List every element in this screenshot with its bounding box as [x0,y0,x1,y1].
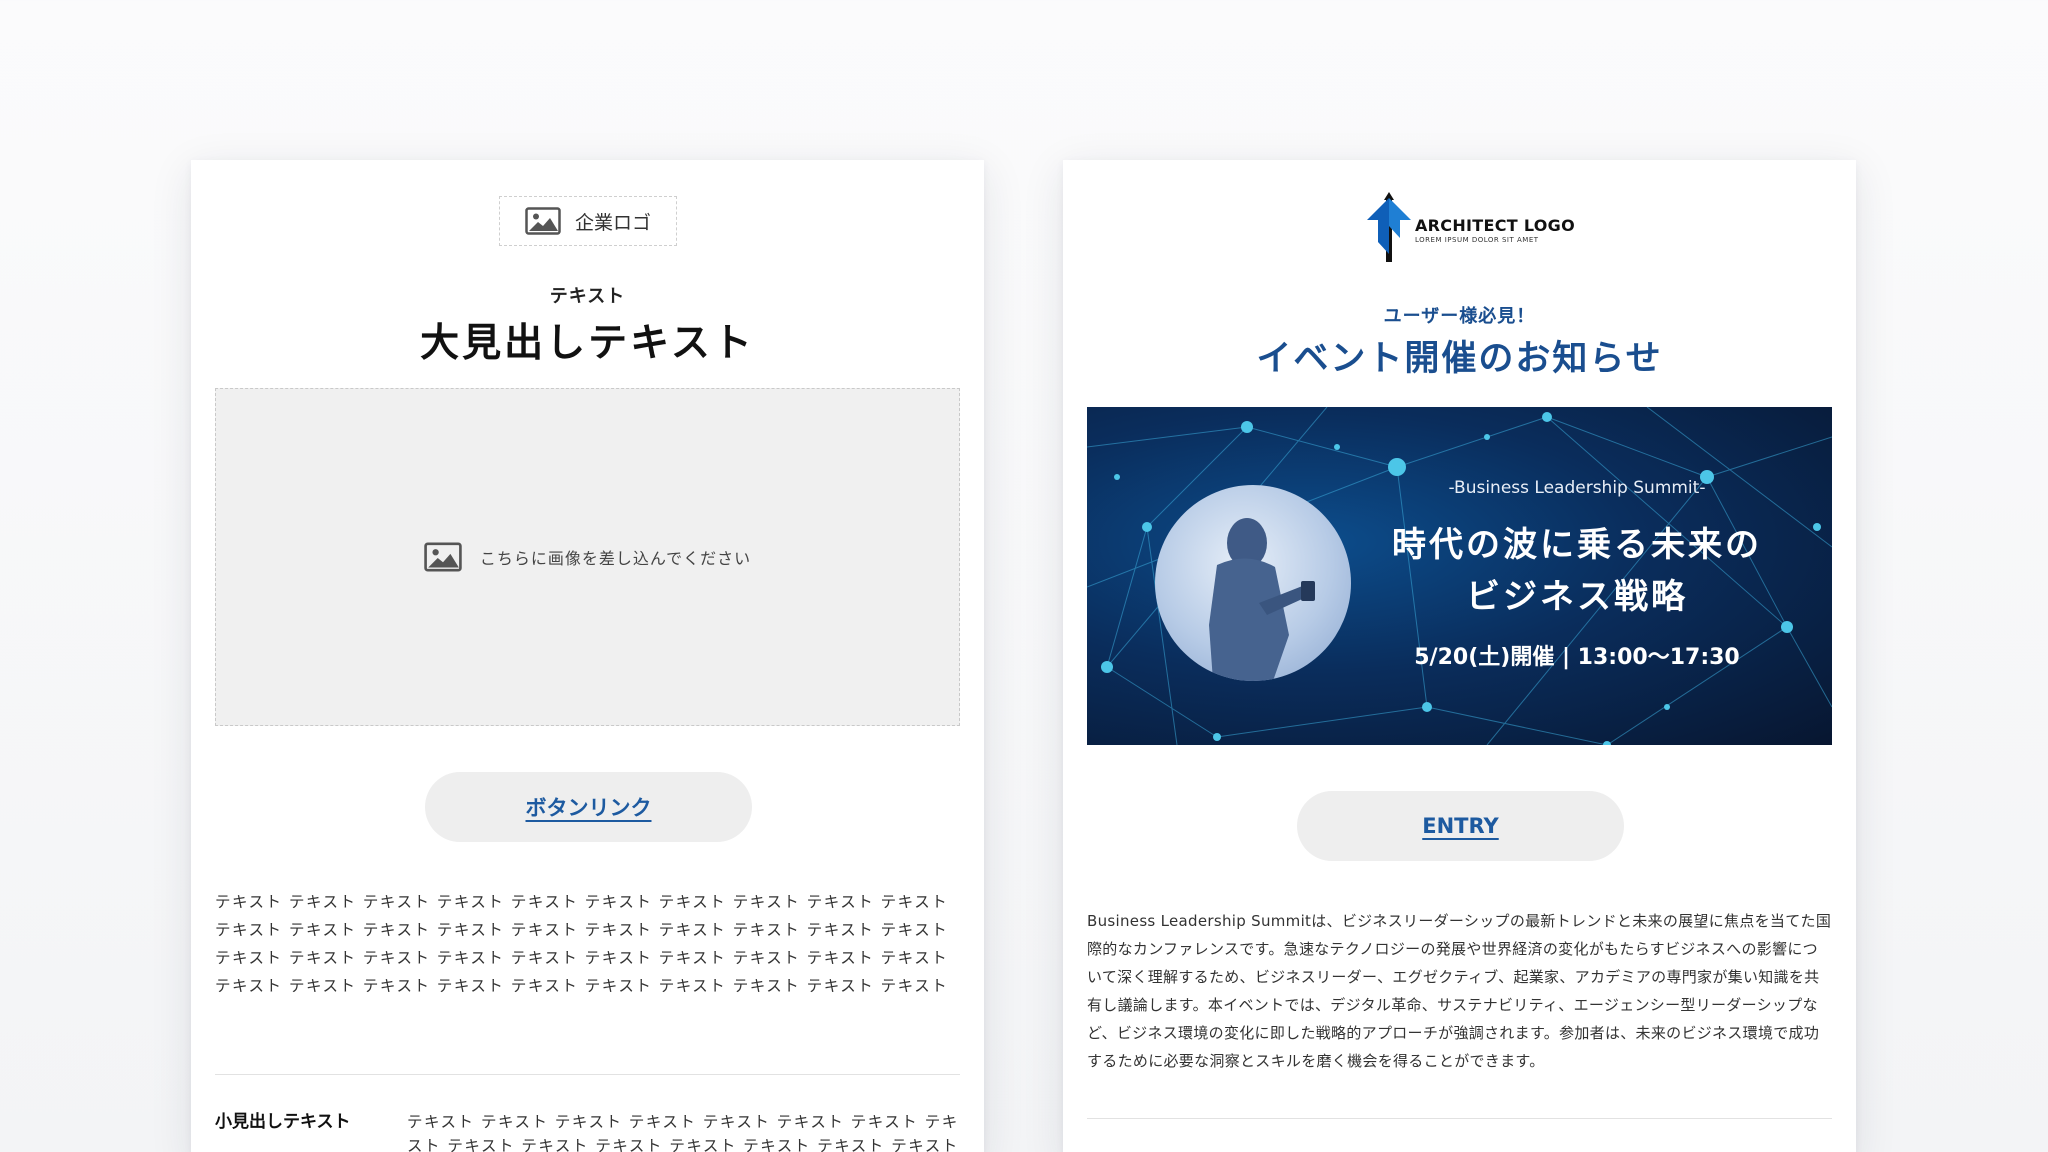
banner-subtitle: -Business Leadership Summit- [1448,478,1706,498]
architect-logo: ARCHITECT LOGO LOREM IPSUM DOLOR SIT AME… [1367,192,1575,268]
arrow-logo-icon [1367,192,1411,268]
page-title: イベント開催のお知らせ [1256,339,1663,379]
subheading: 小見出しテキスト [215,1112,351,1132]
logo-tagline: LOREM IPSUM DOLOR SIT AMET [1415,236,1539,244]
image-icon [424,542,462,572]
company-logo-placeholder: 企業ロゴ [499,196,677,246]
page-title: 大見出しテキスト [420,321,755,366]
example-email-card: ARCHITECT LOGO LOREM IPSUM DOLOR SIT AME… [1063,160,1856,1152]
event-banner-image: -Business Leadership Summit- 時代の波に乗る未来の … [1087,407,1832,745]
button-link[interactable]: ボタンリンク [425,772,752,842]
banner-title-line-1: 時代の波に乗る未来の [1392,525,1762,565]
logo-name: ARCHITECT LOGO [1415,216,1576,235]
body-text: Business Leadership Summitは、ビジネスリーダーシップの… [1087,912,1832,1070]
logo-placeholder-label: 企業ロゴ [574,211,651,234]
kicker-text: ユーザー様必見！ [1383,306,1536,327]
image-drop-placeholder[interactable]: こちらに画像を差し込んでください [215,388,960,726]
banner-date: 5/20(土)開催 | 13:00〜17:30 [1414,645,1740,670]
entry-button[interactable]: ENTRY [1297,791,1624,861]
divider [215,1074,960,1075]
divider [1087,1118,1832,1119]
businessman-silhouette-image [1155,485,1351,681]
image-placeholder-label: こちらに画像を差し込んでください [479,549,752,568]
banner-title: 時代の波に乗る未来の ビジネス戦略 [1372,519,1782,623]
subheading-body-text: テキスト テキスト テキスト テキスト テキスト テキスト テキスト テキスト … [407,1113,959,1152]
template-email-card: 企業ロゴ テキスト 大見出しテキスト こちらに画像を差し込んでください ボタンリ… [191,160,984,1152]
banner-title-line-2: ビジネス戦略 [1466,577,1688,617]
image-icon [525,207,561,235]
body-text: テキスト テキスト テキスト テキスト テキスト テキスト テキスト テキスト … [215,893,949,995]
kicker-text: テキスト [549,286,626,307]
